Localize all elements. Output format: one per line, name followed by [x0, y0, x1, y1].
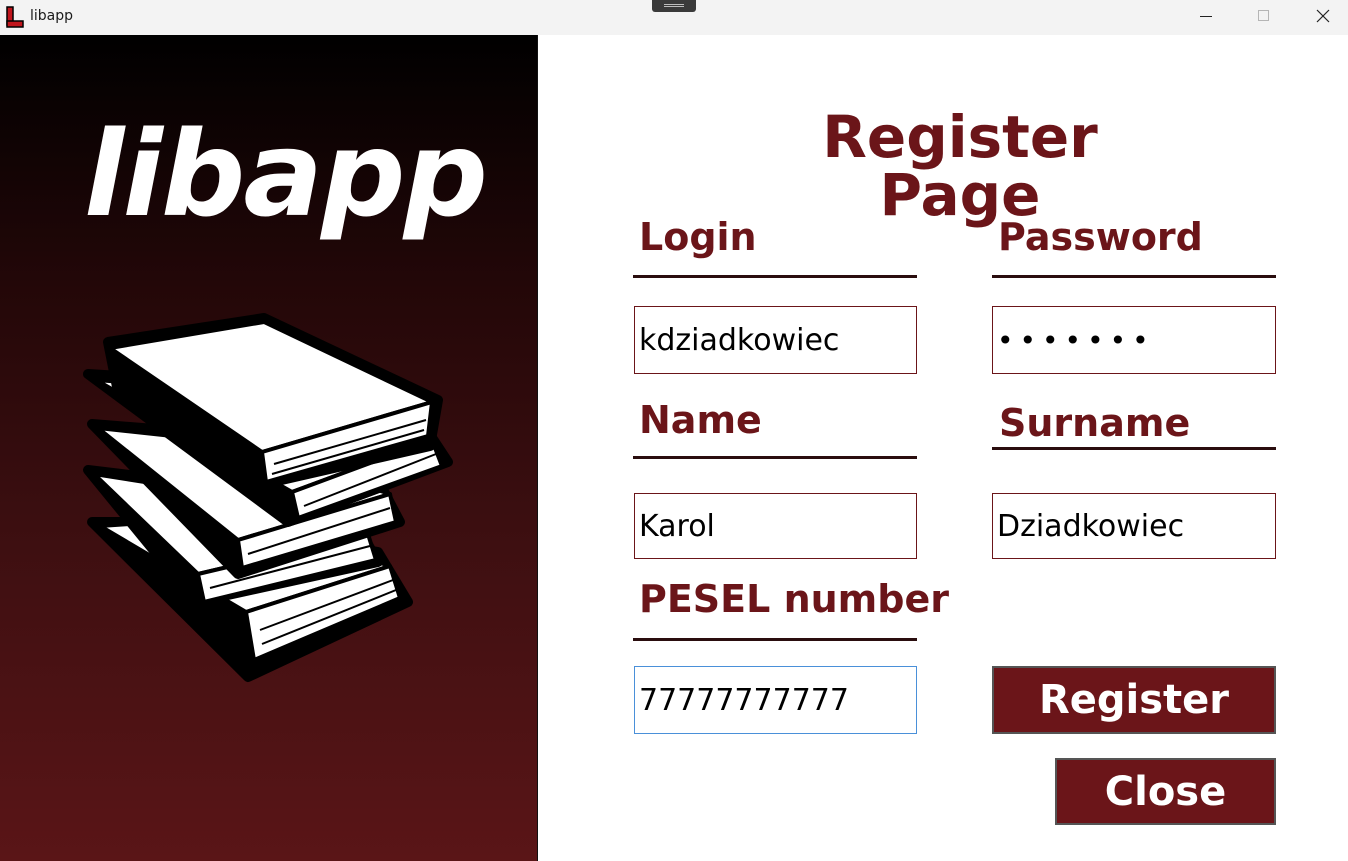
name-label: Name: [639, 398, 762, 442]
password-input[interactable]: [992, 306, 1276, 374]
surname-input[interactable]: [992, 493, 1276, 559]
maximize-icon: [1258, 10, 1269, 21]
close-window-button[interactable]: [1293, 0, 1348, 35]
pane-divider: [537, 35, 538, 861]
maximize-button[interactable]: [1235, 0, 1293, 35]
logo-text: libapp: [84, 105, 488, 243]
page-title: Register Page: [822, 103, 1098, 229]
login-label: Login: [639, 215, 757, 259]
pesel-label: PESEL number: [639, 577, 949, 621]
minimize-icon: [1200, 16, 1212, 17]
minimize-button[interactable]: [1177, 0, 1235, 35]
close-button[interactable]: Close: [1055, 758, 1276, 825]
password-label: Password: [998, 215, 1203, 259]
surname-underline: [992, 447, 1276, 450]
snap-layout-handle[interactable]: [652, 0, 696, 12]
name-underline: [633, 456, 917, 459]
close-icon: [1316, 9, 1330, 23]
title-bar: libapp: [0, 0, 1348, 35]
window-title: libapp: [30, 8, 74, 24]
name-input[interactable]: [634, 493, 917, 559]
surname-label: Surname: [999, 401, 1191, 445]
pesel-input[interactable]: [634, 666, 917, 734]
login-underline: [633, 275, 917, 278]
books-stack-icon: [83, 313, 453, 682]
register-button[interactable]: Register: [992, 666, 1276, 734]
pesel-underline: [633, 638, 917, 641]
login-input[interactable]: [634, 306, 917, 374]
password-underline: [992, 275, 1276, 278]
app-logo-icon: [6, 6, 24, 28]
